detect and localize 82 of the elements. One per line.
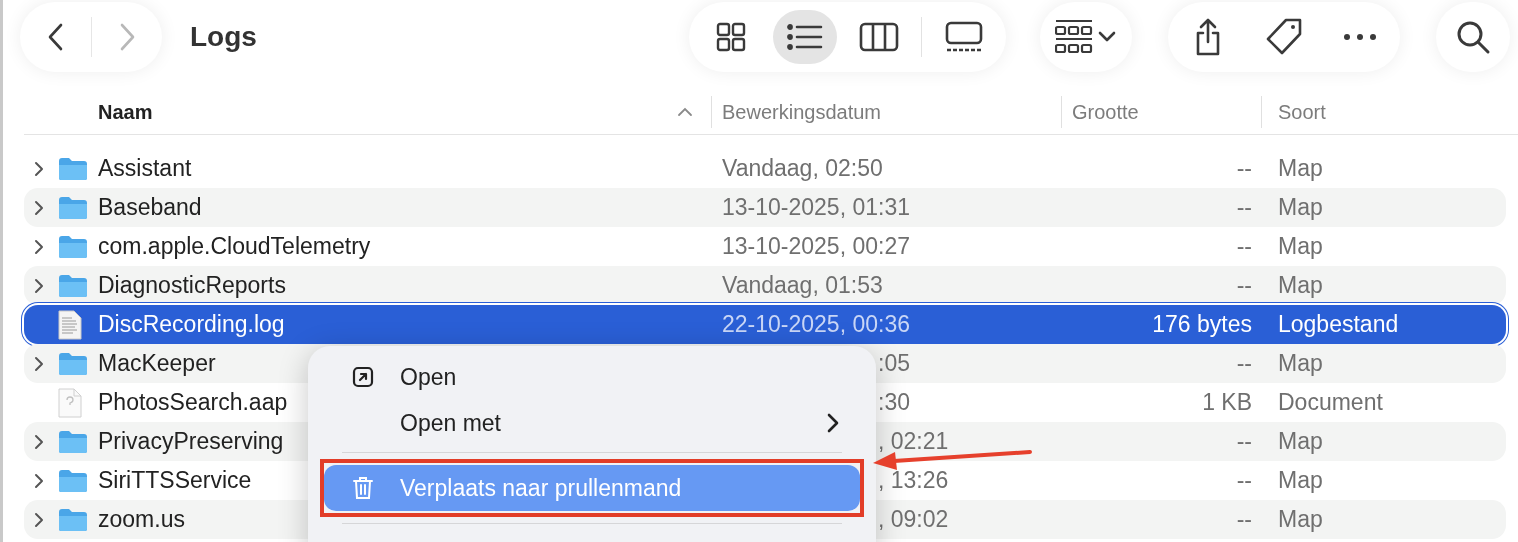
folder-icon <box>58 507 88 532</box>
file-kind: Map <box>1277 506 1324 533</box>
trash-icon <box>352 476 374 500</box>
folder-icon <box>58 156 88 181</box>
folder-icon <box>58 351 88 376</box>
file-size: 1 KB <box>1201 389 1253 416</box>
list-icon <box>787 22 823 52</box>
file-row[interactable]: Baseband 13-10-2025, 01:31 -- Map <box>24 188 1506 227</box>
file-size: -- <box>1235 467 1253 494</box>
file-row[interactable]: DiscRecording.log 22-10-2025, 00:36 176 bytes Logbestand <box>24 305 1506 344</box>
folder-icon <box>58 429 88 454</box>
file-size: 176 bytes <box>1151 311 1253 338</box>
columns-icon <box>859 21 899 53</box>
chevron-icon[interactable] <box>33 237 45 256</box>
file-kind: Map <box>1277 428 1324 455</box>
modified-date: Vandaag, 01:53 <box>722 272 883 299</box>
chevron-icon[interactable] <box>33 471 45 490</box>
file-name: zoom.us <box>98 506 185 533</box>
file-size: -- <box>1235 350 1253 377</box>
submenu-chevron-icon <box>826 412 840 434</box>
chevron-icon[interactable] <box>33 432 45 451</box>
file-name: DiscRecording.log <box>98 311 285 338</box>
modified-date: :30 <box>878 389 910 416</box>
file-name: MacKeeper <box>98 350 216 377</box>
modified-date: 13-10-2025, 01:31 <box>722 194 910 221</box>
document-icon <box>58 387 82 418</box>
file-size: -- <box>1235 233 1253 260</box>
file-kind: Map <box>1277 155 1324 182</box>
gallery-icon <box>944 21 984 53</box>
text-file-icon <box>58 309 82 340</box>
column-header[interactable]: Naam <box>98 96 712 128</box>
list-view-button[interactable] <box>773 10 837 64</box>
file-kind: Map <box>1277 194 1324 221</box>
chevron-icon[interactable] <box>33 510 45 529</box>
menu-item[interactable]: Open met <box>324 400 860 446</box>
file-kind: Map <box>1277 350 1324 377</box>
tag-icon <box>1264 17 1304 57</box>
folder-icon <box>58 234 88 259</box>
chevron-icon[interactable] <box>33 354 45 373</box>
modified-date: 13-10-2025, 00:27 <box>722 233 910 260</box>
column-header[interactable]: Grootte <box>1062 96 1262 128</box>
column-header[interactable]: Soort <box>1262 90 1518 134</box>
modified-date: , 02:21 <box>878 428 949 455</box>
file-size: -- <box>1235 155 1253 182</box>
chevron-icon[interactable] <box>33 276 45 295</box>
menu-item[interactable]: Open <box>324 354 860 400</box>
chevron-icon[interactable] <box>33 159 45 178</box>
file-name: Baseband <box>98 194 202 221</box>
file-size: -- <box>1235 272 1253 299</box>
file-name: PrivacyPreserving <box>98 428 284 455</box>
file-name: SiriTTSService <box>98 467 252 494</box>
modified-date: , 09:02 <box>878 506 949 533</box>
caret-icon <box>1097 30 1117 44</box>
search-icon <box>1455 19 1491 55</box>
folder-icon <box>58 468 88 493</box>
window-title: Logs <box>190 21 257 53</box>
modified-date: 22-10-2025, 00:36 <box>722 311 910 338</box>
file-kind: Map <box>1277 467 1324 494</box>
file-name: PhotosSearch.aap <box>98 389 288 416</box>
column-header[interactable]: Bewerkingsdatum <box>712 96 1062 128</box>
file-name: Assistant <box>98 155 192 182</box>
file-name: DiagnosticReports <box>98 272 286 299</box>
more-icon <box>1343 33 1377 41</box>
file-kind: Logbestand <box>1277 311 1400 338</box>
group-grid-icon <box>1055 19 1093 55</box>
modified-date: :05 <box>878 350 910 377</box>
file-kind: Map <box>1277 272 1324 299</box>
modified-date: , 13:26 <box>878 467 949 494</box>
file-name: com.apple.CloudTelemetry <box>98 233 371 260</box>
file-size: -- <box>1235 428 1253 455</box>
modified-date: Vandaag, 02:50 <box>722 155 883 182</box>
grid-icon <box>715 21 747 53</box>
folder-icon <box>58 273 88 298</box>
file-kind: Map <box>1277 233 1324 260</box>
file-row[interactable]: DiagnosticReports Vandaag, 01:53 -- Map <box>24 266 1506 305</box>
file-size: -- <box>1235 194 1253 221</box>
chevron-icon[interactable] <box>33 198 45 217</box>
file-kind: Document <box>1277 389 1384 416</box>
open-icon <box>352 366 374 388</box>
sort-caret-icon <box>677 107 693 117</box>
file-size: -- <box>1235 506 1253 533</box>
folder-icon <box>58 195 88 220</box>
